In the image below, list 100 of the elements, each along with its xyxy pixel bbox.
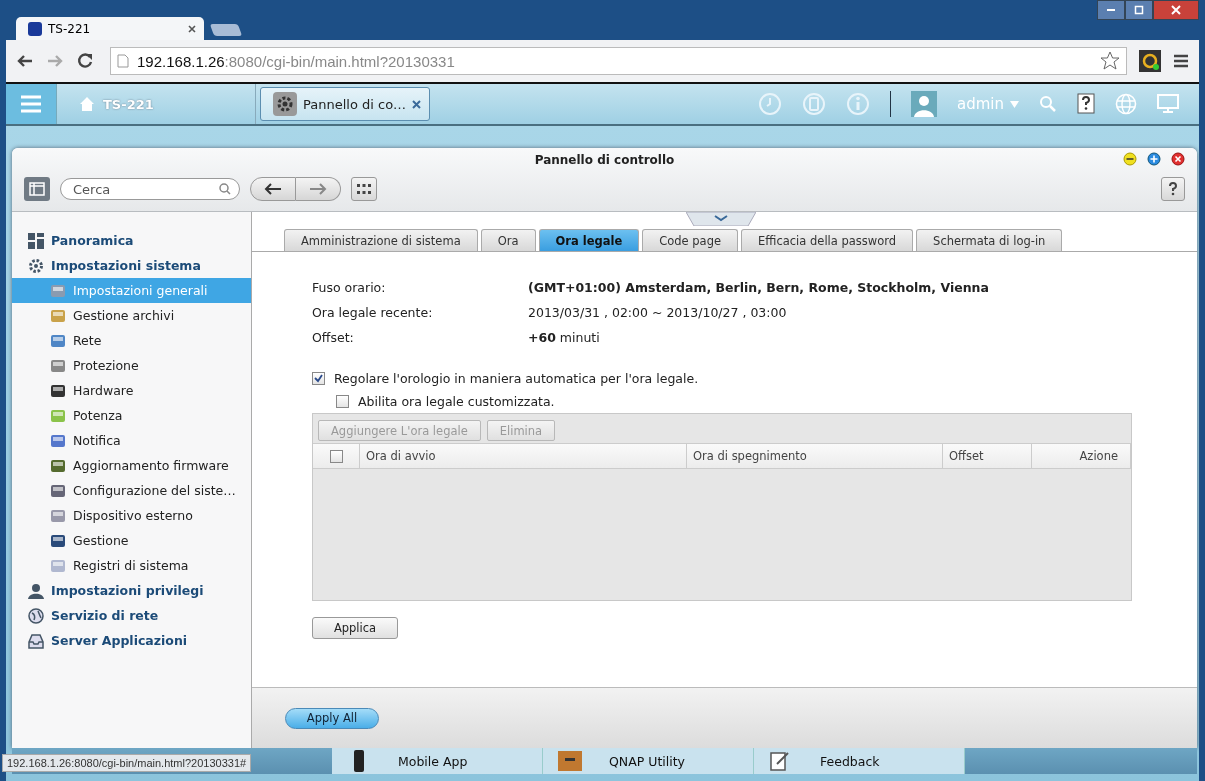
collapse-handle[interactable]: [686, 212, 756, 226]
checkbox[interactable]: [312, 372, 325, 385]
tab[interactable]: Efficacia della password: [741, 229, 914, 251]
tab[interactable]: Schermata di log-in: [916, 229, 1063, 251]
checkbox-label: Regolare l'orologio in maniera automatica per l'ora legale.: [334, 371, 699, 386]
help-button[interactable]: [1161, 177, 1185, 201]
tab[interactable]: Ora legale: [538, 229, 640, 251]
sidebar-item[interactable]: Protezione: [12, 353, 251, 378]
back-icon: [264, 183, 282, 195]
grid-icon: [28, 232, 44, 249]
search-field[interactable]: Cerca: [60, 178, 240, 200]
forward-icon: [309, 183, 327, 195]
avatar-icon[interactable]: [911, 91, 937, 117]
layout-icon: [29, 182, 45, 196]
new-tab-button[interactable]: [209, 24, 243, 36]
tile-icon: [50, 457, 66, 474]
tile-icon: [50, 382, 66, 399]
apply-button[interactable]: Applica: [312, 617, 398, 639]
field-label: Fuso orario:: [312, 280, 387, 295]
tab[interactable]: Ora: [480, 229, 536, 251]
close-icon[interactable]: [188, 24, 196, 33]
page-icon: [117, 54, 129, 68]
window-title: Pannello di controllo: [534, 153, 675, 167]
close-icon[interactable]: [1171, 152, 1185, 166]
sidebar-item[interactable]: Hardware: [12, 378, 251, 403]
column-header[interactable]: Azione: [1032, 444, 1131, 468]
tile-icon: [50, 432, 66, 449]
sidebar-item[interactable]: Configurazione del siste…: [12, 478, 251, 503]
apps-button[interactable]: [351, 177, 377, 201]
sidebar-item[interactable]: Rete: [12, 328, 251, 353]
sidebar-item[interactable]: Server Applicazioni: [12, 628, 251, 653]
column-header[interactable]: Ora di avvio: [360, 444, 687, 468]
tab[interactable]: Code page: [642, 229, 739, 251]
star-icon[interactable]: [1100, 51, 1120, 71]
tab[interactable]: Amministrazione di sistema: [284, 229, 478, 251]
tile-icon: [50, 482, 66, 499]
field-value: +60 minuti: [528, 330, 601, 345]
tile-icon: [50, 282, 66, 299]
field-value: 2013/03/31 , 02:00 ~ 2013/10/27 , 03:00: [528, 305, 788, 320]
back-button[interactable]: [250, 177, 296, 201]
minimize-icon[interactable]: [1123, 152, 1137, 166]
tab-title: TS-221: [48, 21, 91, 36]
tile-icon: [50, 332, 66, 349]
close-icon: [1171, 5, 1181, 15]
app-icon: [28, 21, 42, 36]
minimize-button[interactable]: [1097, 0, 1125, 20]
device-name: TS-221: [103, 96, 154, 112]
search-icon: [219, 183, 231, 195]
maximize-icon: [1134, 5, 1144, 15]
field-label: Offset:: [312, 330, 355, 345]
sidebar-item[interactable]: Potenza: [12, 403, 251, 428]
column-header[interactable]: Offset: [943, 444, 1032, 468]
tile-icon: [50, 507, 66, 524]
help-icon[interactable]: [1077, 93, 1095, 115]
column-header[interactable]: Ora di spegnimento: [687, 444, 943, 468]
sidebar-item[interactable]: Gestione archivi: [12, 303, 251, 328]
maximize-button[interactable]: [1125, 0, 1153, 20]
app-tab[interactable]: Pannello di co…: [260, 87, 431, 121]
sidebar-item[interactable]: Gestione: [12, 528, 251, 553]
sidebar-toggle-button[interactable]: [24, 177, 50, 201]
field-value: (GMT+01:00) Amsterdam, Berlin, Bern, Rome, Stockholm, Vienna: [528, 280, 990, 295]
menu-icon: [20, 95, 42, 113]
dots-grid-icon: [357, 184, 371, 194]
minimize-icon: [1107, 9, 1115, 11]
status-url: 192.168.1.26:8080/cgi-bin/main.html?20130331#: [2, 754, 252, 772]
checkbox-label: Abilita ora legale customizzata.: [358, 394, 555, 409]
checkbox[interactable]: [329, 449, 343, 463]
tile-icon: [50, 307, 66, 324]
menu-icon[interactable]: [1173, 54, 1189, 68]
sidebar-item[interactable]: Impostazioni privilegi: [12, 578, 251, 603]
maximize-icon[interactable]: [1147, 152, 1161, 166]
tile-icon: [50, 532, 66, 549]
back-icon[interactable]: [16, 53, 34, 69]
extension-icon[interactable]: [1139, 50, 1161, 72]
gear-icon: [273, 92, 297, 116]
address-bar[interactable]: 192.168.1.26:8080/cgi-bin/main.html?20130331: [110, 47, 1127, 75]
field-label: Ora legale recente:: [312, 305, 434, 320]
sidebar-item[interactable]: Dispositivo esterno: [12, 503, 251, 528]
drawer-icon[interactable]: [557, 750, 583, 772]
sidebar-item[interactable]: Registri di sistema: [12, 553, 251, 578]
gear-icon: [28, 257, 44, 274]
tile-icon: [50, 357, 66, 374]
sidebar-item[interactable]: Aggiornamento firmware: [12, 453, 251, 478]
close-icon[interactable]: [412, 99, 422, 109]
sidebar-item[interactable]: Panoramica: [12, 228, 251, 253]
desktop-item-label[interactable]: Feedback: [820, 753, 880, 769]
reload-icon[interactable]: [76, 52, 94, 70]
tile-icon: [50, 407, 66, 424]
person-icon: [28, 582, 44, 599]
url-text: 192.168.1.26:8080/cgi-bin/main.html?20130331: [137, 52, 455, 70]
checkbox[interactable]: [336, 395, 349, 408]
globe-icon: [28, 607, 44, 624]
tile-icon: [50, 557, 66, 574]
sidebar-item[interactable]: Notifica: [12, 428, 251, 453]
question-mark-icon: [1168, 182, 1178, 196]
sidebar-item[interactable]: Servizio di rete: [12, 603, 251, 628]
apply-all-button[interactable]: Apply All: [285, 707, 379, 729]
sidebar-item[interactable]: Impostazioni sistema: [12, 253, 251, 278]
close-button[interactable]: [1153, 0, 1199, 20]
browser-tab[interactable]: TS-221: [16, 17, 204, 40]
